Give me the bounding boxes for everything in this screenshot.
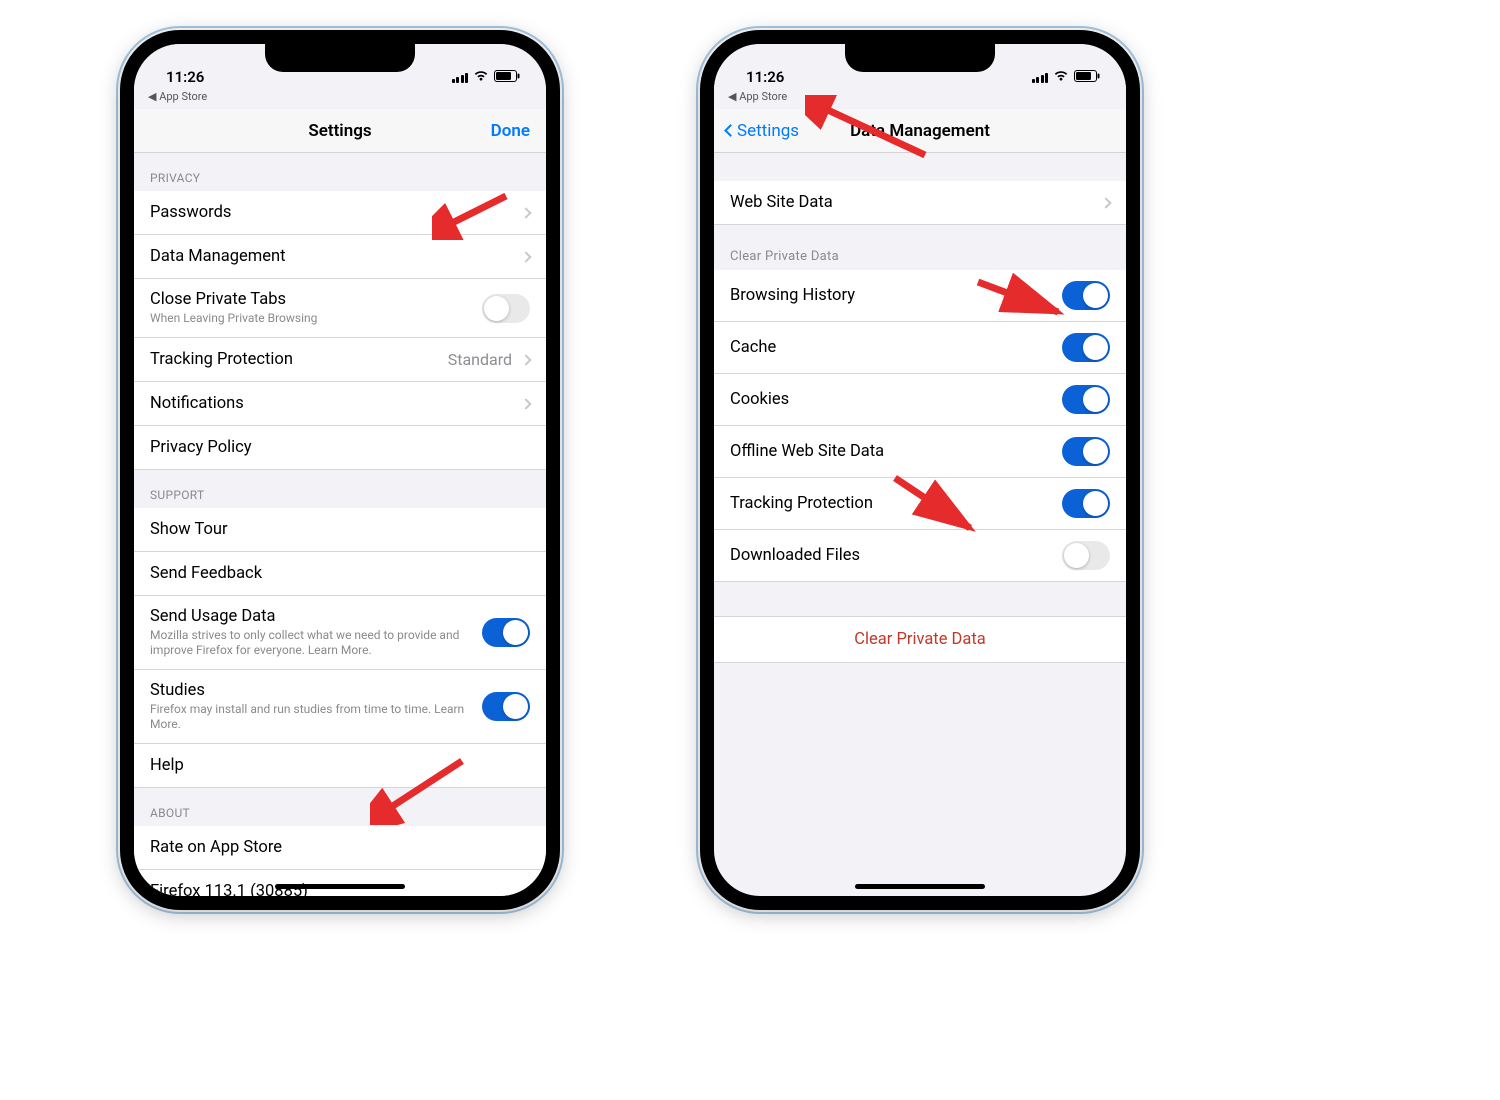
offline-label: Offline Web Site Data xyxy=(730,442,884,461)
chevron-right-icon xyxy=(520,398,531,409)
close-private-tabs-row[interactable]: Close Private Tabs When Leaving Private … xyxy=(134,279,546,338)
studies-row[interactable]: Studies Firefox may install and run stud… xyxy=(134,670,546,744)
back-button[interactable]: Settings xyxy=(726,121,799,141)
browsing-history-label: Browsing History xyxy=(730,286,855,305)
close-private-tabs-toggle[interactable] xyxy=(482,294,530,323)
studies-toggle[interactable] xyxy=(482,692,530,721)
chevron-right-icon xyxy=(520,251,531,262)
tracking-toggle[interactable] xyxy=(1062,489,1110,518)
cookies-toggle[interactable] xyxy=(1062,385,1110,414)
version-row[interactable]: Firefox 113.1 (30885) xyxy=(134,870,546,896)
tracking-label: Tracking Protection xyxy=(730,494,873,513)
right-phone: 11:26 ◀ App Store Settings Data Manageme… xyxy=(700,30,1140,910)
support-header: Support xyxy=(134,470,546,508)
send-usage-label: Send Usage Data xyxy=(150,607,482,626)
nav-bar: Settings Data Management xyxy=(714,109,1126,153)
help-row[interactable]: Help xyxy=(134,744,546,788)
offline-toggle[interactable] xyxy=(1062,437,1110,466)
browsing-history-toggle[interactable] xyxy=(1062,281,1110,310)
privacy-policy-label: Privacy Policy xyxy=(150,438,252,457)
studies-sub: Firefox may install and run studies from… xyxy=(150,702,482,732)
breadcrumb-back[interactable]: ◀ App Store xyxy=(134,88,546,109)
rate-row[interactable]: Rate on App Store xyxy=(134,826,546,870)
downloaded-label: Downloaded Files xyxy=(730,546,860,565)
chevron-left-icon xyxy=(724,124,737,137)
send-feedback-label: Send Feedback xyxy=(150,564,262,583)
wifi-icon xyxy=(1053,68,1069,86)
data-management-row[interactable]: Data Management xyxy=(134,235,546,279)
passwords-row[interactable]: Passwords xyxy=(134,191,546,235)
cellular-icon xyxy=(1032,72,1049,83)
tracking-protection-label: Tracking Protection xyxy=(150,350,293,369)
battery-icon xyxy=(1074,68,1100,86)
show-tour-label: Show Tour xyxy=(150,520,228,539)
home-indicator[interactable] xyxy=(855,884,985,889)
chevron-right-icon xyxy=(1100,197,1111,208)
privacy-header: Privacy xyxy=(134,153,546,191)
chevron-right-icon xyxy=(520,207,531,218)
notch xyxy=(845,44,995,72)
web-site-data-row[interactable]: Web Site Data xyxy=(714,181,1126,225)
nav-title: Data Management xyxy=(850,121,990,141)
battery-icon xyxy=(494,68,520,86)
nav-title: Settings xyxy=(308,121,371,141)
downloaded-toggle[interactable] xyxy=(1062,541,1110,570)
web-site-data-label: Web Site Data xyxy=(730,193,833,212)
left-phone: 11:26 ◀ App Store Settings Done Privacy … xyxy=(120,30,560,910)
send-feedback-row[interactable]: Send Feedback xyxy=(134,552,546,596)
notifications-row[interactable]: Notifications xyxy=(134,382,546,426)
rate-label: Rate on App Store xyxy=(150,838,282,857)
send-usage-sub: Mozilla strives to only collect what we … xyxy=(150,628,482,658)
wifi-icon xyxy=(473,68,489,86)
tracking-row[interactable]: Tracking Protection xyxy=(714,478,1126,530)
cache-label: Cache xyxy=(730,338,776,357)
cache-row[interactable]: Cache xyxy=(714,322,1126,374)
home-indicator[interactable] xyxy=(275,884,405,889)
data-management-label: Data Management xyxy=(150,247,285,266)
studies-label: Studies xyxy=(150,681,482,700)
breadcrumb-back[interactable]: ◀ App Store xyxy=(714,88,1126,109)
close-private-tabs-sub: When Leaving Private Browsing xyxy=(150,311,482,326)
passwords-label: Passwords xyxy=(150,203,231,222)
browsing-history-row[interactable]: Browsing History xyxy=(714,270,1126,322)
show-tour-row[interactable]: Show Tour xyxy=(134,508,546,552)
tracking-protection-row[interactable]: Tracking Protection Standard xyxy=(134,338,546,382)
cache-toggle[interactable] xyxy=(1062,333,1110,362)
help-label: Help xyxy=(150,756,184,775)
privacy-policy-row[interactable]: Privacy Policy xyxy=(134,426,546,470)
status-time: 11:26 xyxy=(166,68,204,86)
notifications-label: Notifications xyxy=(150,394,244,413)
clear-private-data-header: Clear Private Data xyxy=(714,225,1126,270)
offline-row[interactable]: Offline Web Site Data xyxy=(714,426,1126,478)
notch xyxy=(265,44,415,72)
cellular-icon xyxy=(452,72,469,83)
downloaded-row[interactable]: Downloaded Files xyxy=(714,530,1126,582)
cookies-label: Cookies xyxy=(730,390,789,409)
cookies-row[interactable]: Cookies xyxy=(714,374,1126,426)
done-button[interactable]: Done xyxy=(491,121,530,141)
about-header: About xyxy=(134,788,546,826)
close-private-tabs-label: Close Private Tabs xyxy=(150,290,482,309)
tracking-value: Standard xyxy=(448,350,512,369)
send-usage-row[interactable]: Send Usage Data Mozilla strives to only … xyxy=(134,596,546,670)
send-usage-toggle[interactable] xyxy=(482,618,530,647)
nav-bar: Settings Done xyxy=(134,109,546,153)
clear-private-data-button[interactable]: Clear Private Data xyxy=(714,616,1126,663)
status-time: 11:26 xyxy=(746,68,784,86)
chevron-right-icon xyxy=(520,354,531,365)
